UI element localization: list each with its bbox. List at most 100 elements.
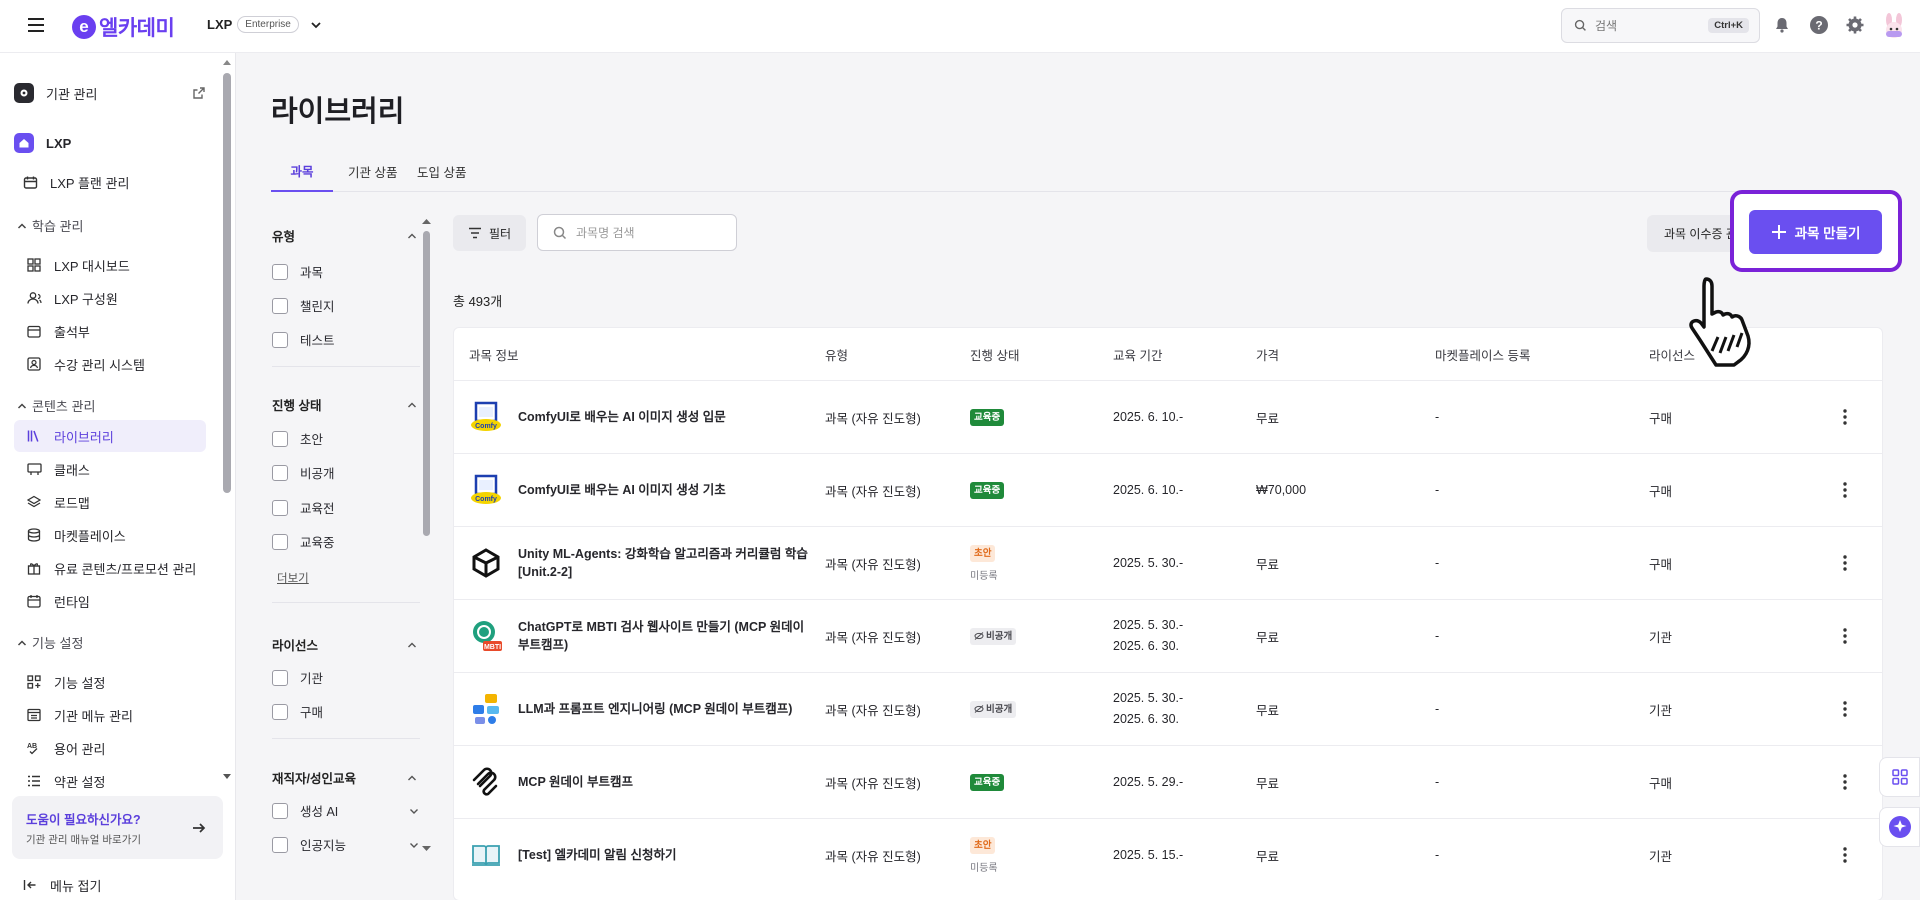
course-title[interactable]: ComfyUI로 배우는 AI 이미지 생성 입문 [518,408,726,426]
settings-gear-icon[interactable] [1845,15,1865,35]
floating-assistant-button[interactable] [1879,807,1920,847]
checkbox[interactable] [272,703,288,720]
table-row[interactable]: LLM과 프롬프트 엔지니어링 (MCP 원데이 부트캠프) 과목 (자유 진도형… [454,672,1882,745]
course-title[interactable]: ComfyUI로 배우는 AI 이미지 생성 기초 [518,481,726,499]
sidebar-item-class[interactable]: 클래스 [14,453,206,485]
help-icon[interactable]: ? [1809,15,1829,35]
course-title[interactable]: [Test] 엘카데미 알림 신청하기 [518,846,677,864]
filter-scroll-thumb[interactable] [423,231,430,536]
help-card[interactable]: 도움이 필요하신가요? 기관 관리 매뉴얼 바로가기 [12,796,223,859]
chevron-down-icon[interactable] [408,805,420,817]
sidebar-item-terms[interactable]: 약관 설정 [14,765,206,797]
checkbox[interactable] [272,836,288,853]
more-options-kebab-icon[interactable] [1830,454,1860,526]
sidebar-item-roadmap[interactable]: 로드맵 [14,486,206,518]
product-switcher[interactable]: LXP Enterprise [207,16,323,33]
sidebar-item-org-menu[interactable]: 기관 메뉴 관리 [14,699,206,731]
table-row[interactable]: Comfy ComfyUI로 배우는 AI 이미지 생성 입문 과목 (자유 진도형… [454,380,1882,453]
sidebar-item-runtime[interactable]: 런타임 [14,585,206,617]
sidebar-scroll-thumb[interactable] [223,73,231,493]
checkbox[interactable] [272,297,288,314]
more-options-kebab-icon[interactable] [1830,600,1860,672]
filter-button[interactable]: 필터 [453,215,526,251]
collapse-menu-button[interactable]: 메뉴 접기 [14,869,206,900]
column-header-marketplace[interactable]: 마켓플레이스 등록 [1435,328,1530,380]
checkbox[interactable] [272,669,288,686]
table-row[interactable]: Unity ML-Agents: 강화학습 알고리즘과 커리큘럼 학습[Unit… [454,526,1882,599]
column-header-status[interactable]: 진행 상태 [970,328,1019,380]
filter-option-ai[interactable]: 인공지능 [272,835,420,854]
checkbox[interactable] [272,802,288,819]
sidebar-item-lxp-members[interactable]: LXP 구성원 [14,282,206,314]
filter-group-status[interactable]: 진행 상태 [272,395,418,414]
filter-option-draft[interactable]: 초안 [272,429,323,448]
filter-scrollbar[interactable] [422,217,431,855]
hamburger-menu-icon[interactable] [26,15,46,35]
sidebar-item-paid-content[interactable]: 유료 콘텐츠/프로모션 관리 [14,552,206,584]
filter-option-gen-ai[interactable]: 생성 AI [272,801,420,820]
sidebar-item-lxp[interactable]: LXP [14,127,206,159]
filter-more-link[interactable]: 더보기 [277,570,309,586]
column-header-price[interactable]: 가격 [1256,328,1279,380]
course-title[interactable]: ChatGPT로 MBTI 검사 웹사이트 만들기 (MCP 원데이 부트캠프) [518,618,809,654]
sidebar-section-content[interactable]: 콘텐츠 관리 [16,396,95,415]
brand-logo[interactable]: e 엘카데미 [72,12,175,42]
checkbox[interactable] [272,263,288,280]
sidebar-scrollbar[interactable] [223,53,231,783]
filter-option-course[interactable]: 과목 [272,262,323,281]
sidebar-item-library[interactable]: 라이브러리 [14,420,206,452]
table-row[interactable]: Comfy ComfyUI로 배우는 AI 이미지 생성 기초 과목 (자유 진도형… [454,453,1882,526]
checkbox[interactable] [272,499,288,516]
table-row[interactable]: MCP 원데이 부트캠프 과목 (자유 진도형) 교육중 2025. 5. 29.- 무… [454,745,1882,818]
filter-option-test[interactable]: 테스트 [272,330,335,349]
sidebar-item-terminology[interactable]: AB 용어 관리 [14,732,206,764]
sidebar-item-lxp-dashboard[interactable]: LXP 대시보드 [14,249,206,281]
filter-option-private[interactable]: 비공개 [272,463,335,482]
user-avatar[interactable] [1880,11,1908,39]
tab-courses[interactable]: 과목 [271,150,333,192]
table-row[interactable]: MBTI ChatGPT로 MBTI 검사 웹사이트 만들기 (MCP 원데이 부… [454,599,1882,672]
floating-apps-button[interactable] [1879,757,1920,797]
filter-option-license-org[interactable]: 기관 [272,668,323,687]
sidebar-item-feature-settings[interactable]: 기능 설정 [14,666,206,698]
checkbox[interactable] [272,331,288,348]
more-options-kebab-icon[interactable] [1830,819,1860,891]
table-row[interactable]: [Test] 엘카데미 알림 신청하기 과목 (자유 진도형) 초안 미등록 2025.… [454,818,1882,891]
checkbox[interactable] [272,533,288,550]
course-title[interactable]: LLM과 프롬프트 엔지니어링 (MCP 원데이 부트캠프) [518,700,792,718]
sidebar-item-org-admin[interactable]: 기관 관리 [14,77,206,109]
scroll-down-icon[interactable] [422,845,431,853]
course-title[interactable]: Unity ML-Agents: 강화학습 알고리즘과 커리큘럼 학습[Unit… [518,545,809,581]
sidebar-item-attendance[interactable]: 출석부 [14,315,206,347]
filter-option-license-purchase[interactable]: 구매 [272,702,323,721]
column-header-period[interactable]: 교육 기간 [1113,328,1162,380]
course-title[interactable]: MCP 원데이 부트캠프 [518,773,633,791]
column-header-course-info[interactable]: 과목 정보 [469,328,518,380]
tab-imported-products[interactable]: 도입 상품 [417,150,466,192]
sidebar-section-learning[interactable]: 학습 관리 [16,216,83,235]
column-header-type[interactable]: 유형 [825,328,848,380]
checkbox[interactable] [272,430,288,447]
more-options-kebab-icon[interactable] [1830,381,1860,453]
external-link-icon[interactable] [192,86,206,100]
tab-org-products[interactable]: 기관 상품 [348,150,397,192]
scroll-down-icon[interactable] [223,773,231,781]
scroll-up-icon[interactable] [223,58,231,66]
filter-group-license[interactable]: 라이선스 [272,635,418,654]
filter-group-type[interactable]: 유형 [272,226,418,245]
sidebar-item-lxp-plan[interactable]: LXP 플랜 관리 [14,166,206,198]
create-course-button[interactable]: 과목 만들기 [1749,210,1882,254]
checkbox[interactable] [272,464,288,481]
filter-option-in-edu[interactable]: 교육중 [272,532,335,551]
more-options-kebab-icon[interactable] [1830,673,1860,745]
scroll-up-icon[interactable] [422,217,431,225]
course-search-input[interactable]: 과목명 검색 [537,214,737,251]
filter-option-before-edu[interactable]: 교육전 [272,498,335,517]
more-options-kebab-icon[interactable] [1830,746,1860,818]
more-options-kebab-icon[interactable] [1830,527,1860,599]
filter-group-adult-edu[interactable]: 재직자/성인교육 [272,768,418,787]
filter-option-challenge[interactable]: 챌린지 [272,296,335,315]
sidebar-item-enrollment-system[interactable]: 수강 관리 시스템 [14,348,206,380]
sidebar-section-feature[interactable]: 기능 설정 [16,633,83,652]
global-search-input[interactable]: 검색 Ctrl+K [1561,8,1760,43]
